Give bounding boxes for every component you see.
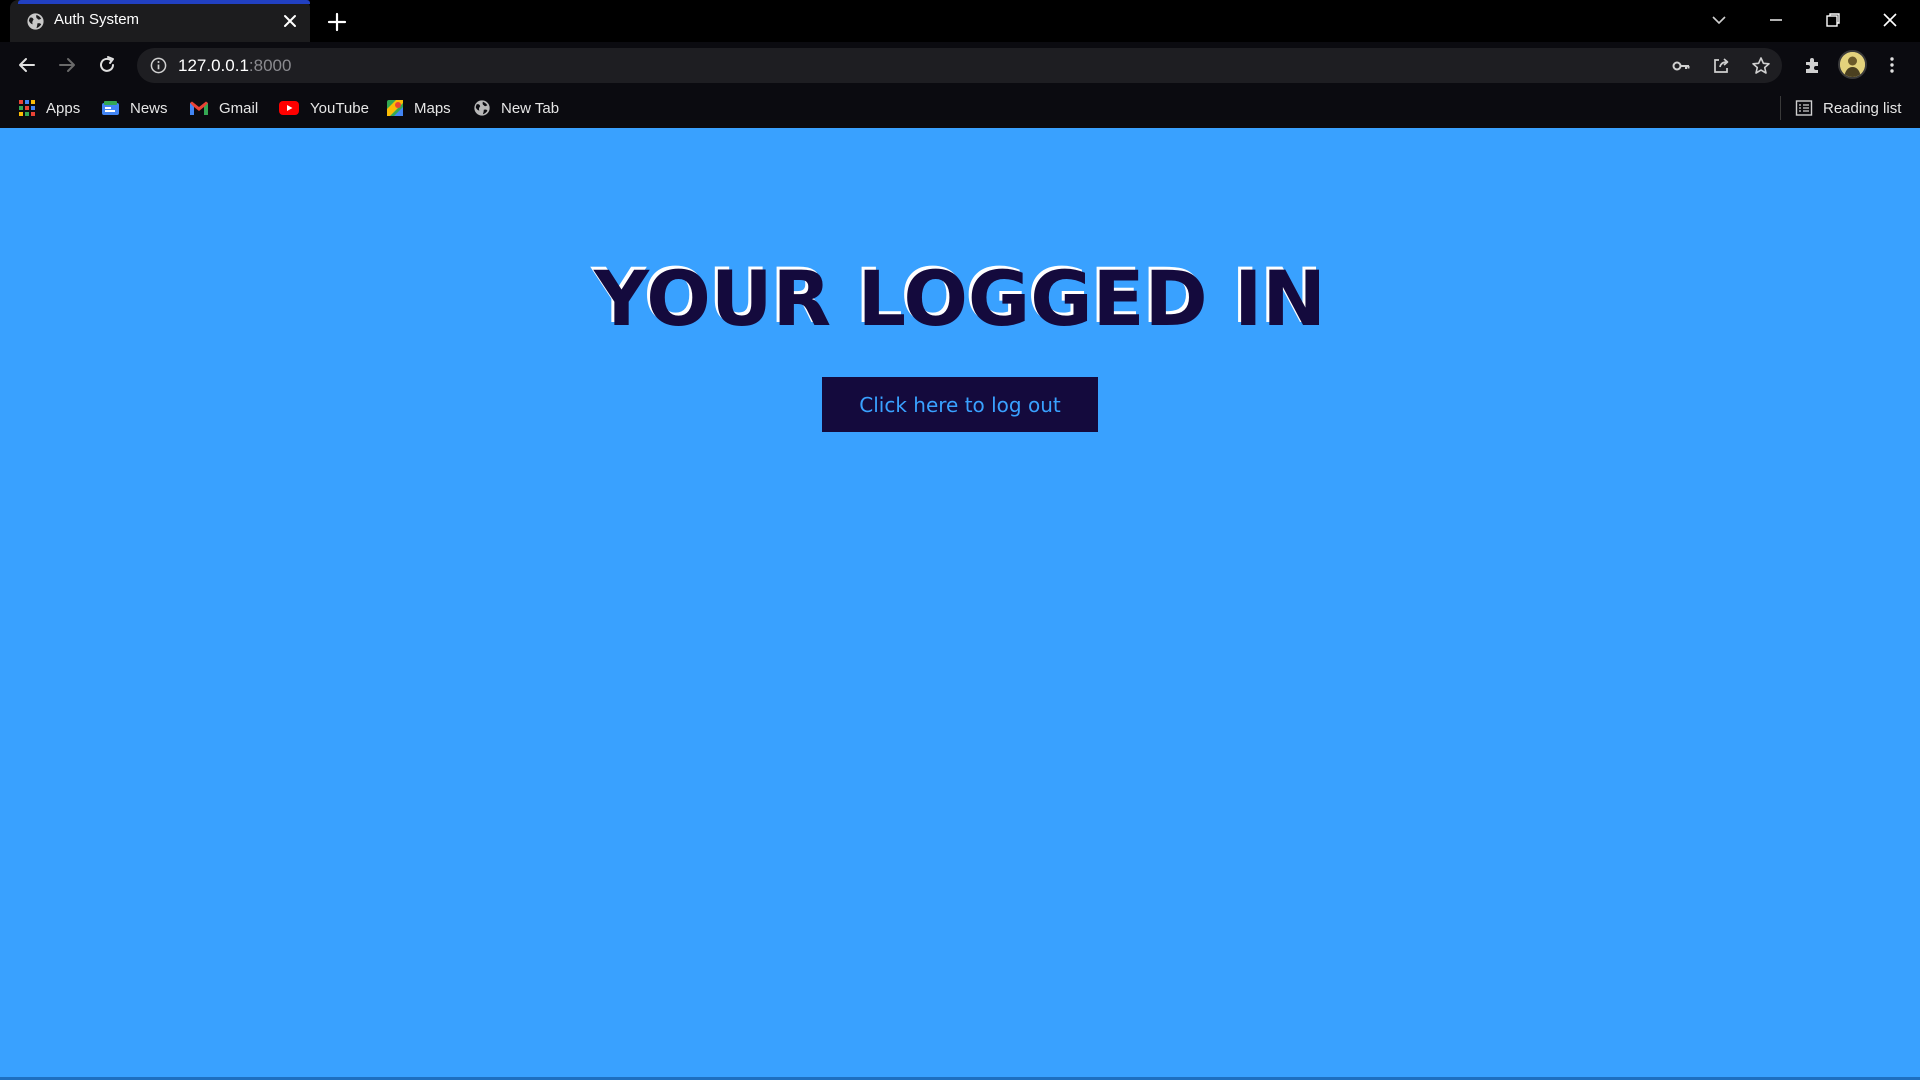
bookmarks-divider	[1780, 96, 1781, 120]
news-icon	[102, 101, 119, 115]
extensions-icon[interactable]	[1800, 53, 1824, 77]
page-content: YOUR LOGGED IN Click here to log out	[0, 128, 1920, 1080]
menu-kebab-icon[interactable]	[1880, 53, 1904, 77]
forward-icon[interactable]	[53, 51, 81, 79]
bookmarks-bar: Apps News Gmail YouTube Maps New Tab Rea…	[0, 88, 1920, 128]
apps-grid-icon	[19, 100, 35, 116]
tab-loading-indicator	[18, 0, 310, 4]
back-icon[interactable]	[13, 51, 41, 79]
bookmark-maps[interactable]: Maps	[386, 96, 451, 120]
bookmark-label: Apps	[46, 99, 81, 117]
site-info-icon[interactable]	[150, 57, 167, 74]
minimize-icon[interactable]	[1761, 6, 1791, 34]
bookmark-label: News	[130, 99, 168, 117]
restore-icon[interactable]	[1818, 6, 1848, 34]
profile-avatar[interactable]	[1838, 50, 1867, 79]
globe-icon	[27, 13, 44, 30]
bookmark-youtube[interactable]: YouTube	[278, 96, 369, 120]
reading-list-button[interactable]: Reading list	[1795, 96, 1901, 120]
bookmark-gmail[interactable]: Gmail	[189, 96, 258, 120]
bookmark-label: Maps	[414, 99, 451, 117]
url-text[interactable]: 127.0.0.1:8000	[178, 56, 291, 76]
address-bar[interactable]: 127.0.0.1:8000	[137, 48, 1782, 83]
tab-auth-system[interactable]: Auth System	[10, 0, 310, 42]
reading-list-label: Reading list	[1823, 99, 1902, 117]
reload-icon[interactable]	[93, 51, 121, 79]
tab-strip: Auth System	[0, 0, 1920, 42]
bookmark-new-tab[interactable]: New Tab	[473, 96, 559, 120]
new-tab-icon[interactable]	[325, 10, 349, 34]
bookmark-star-icon[interactable]	[1750, 55, 1772, 77]
globe-icon	[474, 100, 490, 116]
bookmark-label: YouTube	[310, 99, 369, 117]
tab-search-icon[interactable]	[1704, 6, 1734, 34]
close-window-icon[interactable]	[1875, 6, 1905, 34]
url-port: :8000	[248, 56, 292, 75]
close-tab-icon[interactable]	[280, 11, 300, 31]
bookmark-news[interactable]: News	[101, 96, 168, 120]
youtube-icon	[279, 101, 299, 115]
share-icon[interactable]	[1710, 55, 1732, 77]
page-headline: YOUR LOGGED IN	[593, 254, 1327, 343]
bookmark-apps[interactable]: Apps	[18, 96, 80, 120]
url-host: 127.0.0.1	[178, 56, 249, 75]
maps-icon	[387, 100, 403, 116]
logout-button[interactable]: Click here to log out	[822, 377, 1098, 432]
browser-toolbar: 127.0.0.1:8000	[0, 42, 1920, 88]
tab-title: Auth System	[54, 11, 140, 28]
gmail-icon	[190, 101, 208, 115]
reading-list-icon	[1795, 100, 1813, 116]
bookmark-label: New Tab	[501, 99, 560, 117]
bookmark-label: Gmail	[219, 99, 259, 117]
key-icon[interactable]	[1670, 55, 1692, 77]
